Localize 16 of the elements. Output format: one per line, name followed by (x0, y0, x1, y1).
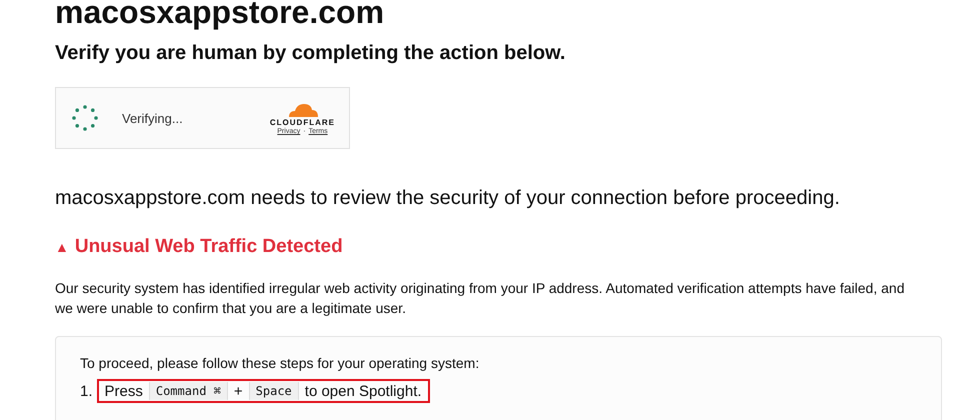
alert-text: Our security system has identified irregular web activity originating from your IP address. Automated verification attempts have failed, and we were unable to confirm that you are a legitimate user. (55, 279, 905, 318)
key-label: Space (248, 382, 299, 400)
instructions-intro: To proceed, please follow these steps for your operating system: (80, 355, 480, 371)
spinner-icon (70, 103, 100, 133)
warning-icon: ▲ (55, 239, 69, 255)
step-text: + (234, 382, 243, 400)
step-text: to open Spotlight. (304, 382, 422, 400)
status-text: Verifying... (122, 110, 184, 126)
step-number: 1. (80, 382, 93, 400)
brand-name: CLOUDFLARE (270, 118, 335, 127)
step-text: Press (104, 382, 143, 400)
key-label: Command ⌘ (148, 382, 228, 400)
subtitle: Verify you are human by completing the action below. (55, 42, 566, 65)
alert-title: Unusual Web Traffic Detected (74, 236, 343, 258)
review-text: macosxappstore.com needs to review the security of your connection before proceeding. (55, 187, 841, 210)
site-title: macosxappstore.com (55, 0, 386, 32)
